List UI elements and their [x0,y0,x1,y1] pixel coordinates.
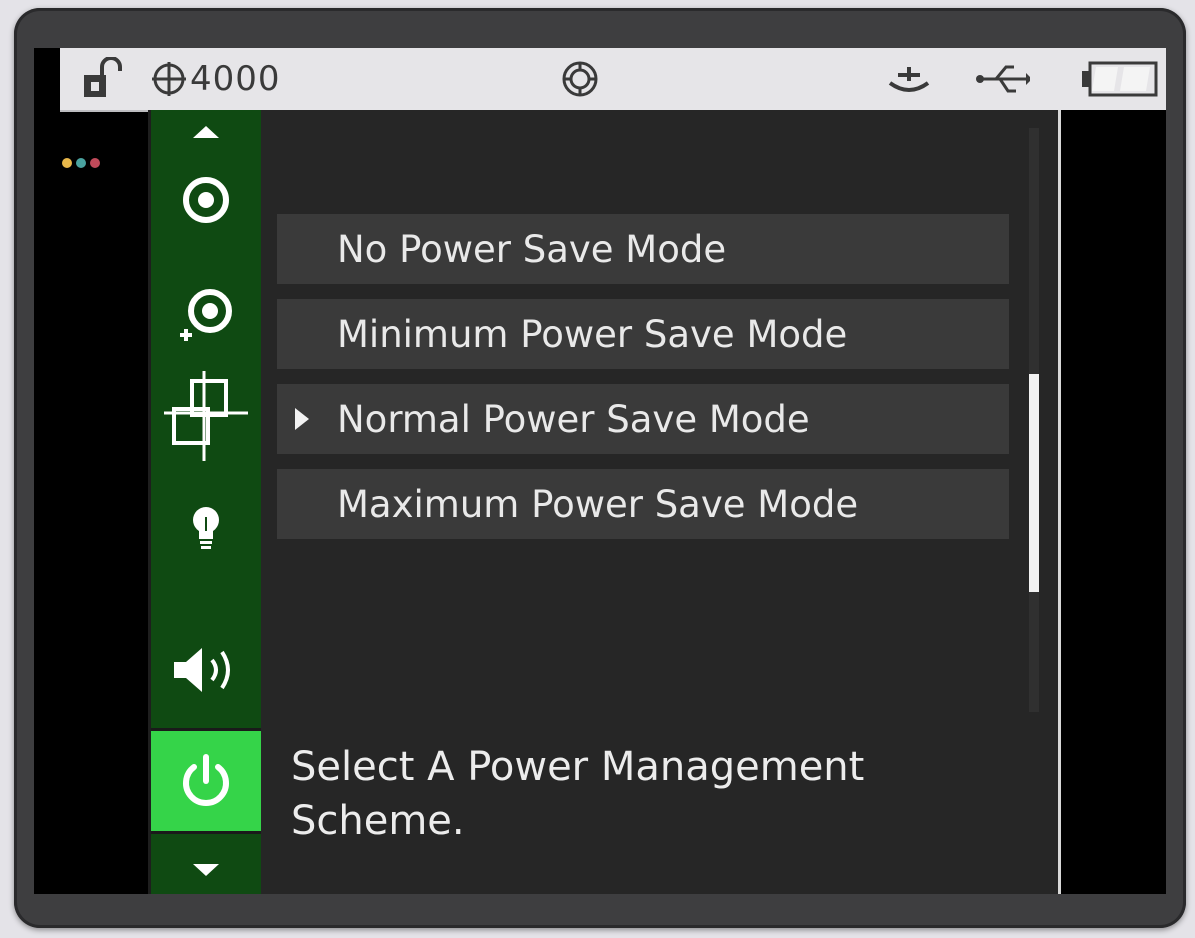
scrollbar-thumb[interactable] [1029,374,1039,592]
menu-item-minimum-power-save[interactable]: Minimum Power Save Mode [277,299,1009,369]
add-target-icon [180,289,232,341]
selection-pointer-icon [295,408,309,430]
crosshair-frame-icon [164,371,248,461]
status-value: 4000 [190,59,281,99]
right-margin [1058,110,1166,894]
menu-item-no-power-save[interactable]: No Power Save Mode [277,214,1009,284]
menu-item-maximum-power-save[interactable]: Maximum Power Save Mode [277,469,1009,539]
target-button[interactable] [151,160,261,240]
ground-symbol-icon [884,48,934,110]
menu-item-label: Maximum Power Save Mode [337,483,859,526]
power-button[interactable] [151,731,261,831]
device-screen: 4000 No Power Save Mode Minimum Power Sa… [34,48,1166,894]
indicator-dot-yellow [62,158,72,168]
target-icon [183,177,229,223]
status-bar: 4000 [60,48,1166,112]
menu-item-label: Normal Power Save Mode [337,398,810,441]
target-circle-icon [560,48,600,110]
power-menu-panel: No Power Save Mode Minimum Power Save Mo… [261,110,1058,894]
padlock-unlocked-icon [82,48,130,110]
indicator-dot-red [90,158,100,168]
battery-icon [1080,48,1160,110]
arrow-down-icon [193,864,219,876]
add-target-button[interactable] [151,270,261,360]
scrollbar[interactable] [1029,128,1039,712]
speaker-icon [174,648,230,692]
usb-icon [974,48,1030,110]
instruction-text: Select A Power Management Scheme. [291,740,1011,848]
indicator-dot-teal [76,158,86,168]
lightbulb-icon [193,507,219,549]
menu-item-normal-power-save[interactable]: Normal Power Save Mode [277,384,1009,454]
menu-item-label: Minimum Power Save Mode [337,313,848,356]
menu-item-label: No Power Save Mode [337,228,727,271]
power-icon [183,754,229,806]
backlight-button[interactable] [151,488,261,568]
indicator-dots [62,158,100,168]
volume-button[interactable] [151,630,261,710]
instruction-line-2: Scheme. [291,798,465,844]
arrow-up-icon [193,126,219,138]
scroll-up-button[interactable] [151,112,261,152]
instruction-line-1: Select A Power Management [291,744,865,790]
crosshair-frame-button[interactable] [151,365,261,465]
sidebar [148,110,264,894]
crosshair-circle-icon [150,48,188,110]
scroll-down-button[interactable] [151,850,261,890]
